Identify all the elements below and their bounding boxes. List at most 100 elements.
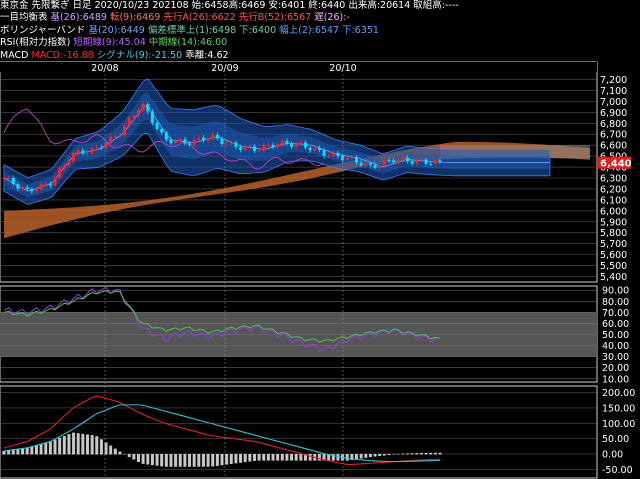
macd-histogram-bar (364, 453, 368, 458)
candle-body (155, 122, 159, 129)
macd-histogram-bar (276, 453, 280, 461)
candle-body (229, 142, 233, 144)
candle-body (364, 163, 368, 166)
macd-histogram-bar (239, 453, 243, 463)
price-tick-label: 7,100 (600, 86, 627, 97)
macd-histogram-bar (215, 453, 219, 466)
bb-upper2: 幅上(2):6547 (279, 24, 339, 36)
header-line-2: 一目均衡表 基(26):6489 転(9):6469 先行A(26):6622 … (0, 12, 640, 24)
date-label: 2020/10/23 (94, 0, 150, 11)
symbol-label: 東京金 先限繋ぎ 日足 (0, 0, 92, 11)
candle-body (220, 138, 224, 145)
macd-histogram-bar (206, 453, 210, 467)
date-label: 20/10 (329, 63, 356, 74)
macd-histogram-bar (299, 453, 303, 461)
candle-body (308, 147, 312, 151)
ichimoku-label: 一目均衡表 (0, 12, 48, 24)
candle-body (424, 159, 428, 164)
price-tick-label: 5,600 (600, 250, 627, 261)
high-value: 高:6469 (228, 0, 266, 11)
macd-histogram-bar (355, 453, 359, 460)
candle-body (141, 104, 145, 111)
candle-body (99, 147, 103, 149)
price-tick-label: 7,200 (600, 75, 627, 86)
rsi-tick-label: 30.00 (602, 352, 629, 363)
rsi-tick-label: 70.00 (602, 308, 629, 319)
macd-histogram-bar (123, 453, 127, 455)
candle-body (197, 137, 201, 140)
candle-body (113, 136, 117, 138)
candle-body (341, 156, 345, 160)
ichimoku-lag: 遅(26):- (314, 12, 350, 24)
candle-body (81, 150, 85, 154)
candle-body (290, 143, 294, 147)
price-tick-label: 6,900 (600, 108, 627, 119)
macd-histogram-bar (401, 453, 405, 455)
macd-histogram-bar (368, 453, 372, 458)
candle-body (382, 160, 386, 166)
contract-code: 202108 (152, 0, 189, 11)
bb-upper1: 偏差標準上(1):6498 (147, 24, 237, 36)
macd-histogram-bar (150, 453, 154, 466)
candle-body (72, 152, 76, 162)
macd-histogram-bar (280, 453, 284, 461)
macd-histogram-bar (53, 439, 57, 455)
candle-body (178, 139, 182, 142)
macd-histogram-bar (406, 453, 410, 455)
bb-lower2: 下:6351 (342, 24, 379, 36)
macd-histogram-bar (132, 453, 136, 460)
candle-body (317, 147, 321, 151)
candle-body (48, 183, 52, 186)
candle-body (327, 155, 331, 157)
macd-tick-label: 100.00 (602, 419, 635, 430)
macd-histogram-bar (25, 447, 29, 455)
macd-histogram-bar (392, 453, 396, 455)
price-tick-label: 5,800 (600, 228, 627, 239)
price-tick-label: 6,100 (600, 195, 627, 206)
ichimoku-base: 基(26):6489 (50, 12, 107, 24)
rsi-tick-label: 90.00 (602, 286, 629, 297)
candle-body (215, 134, 219, 139)
candle-body (2, 178, 6, 179)
candle-body (25, 187, 29, 189)
candle-body (201, 137, 205, 141)
rsi-tick-label: 60.00 (602, 319, 629, 330)
macd-histogram-bar (58, 437, 62, 455)
rsi-long: 中期線(14):46.00 (148, 37, 228, 49)
candle-body (248, 146, 252, 148)
candle-body (410, 161, 414, 164)
candle-body (192, 139, 196, 145)
price-tick-label: 6,200 (600, 184, 627, 195)
macd-histogram-bar (410, 453, 414, 455)
candle-body (183, 139, 187, 144)
macd-histogram-bar (201, 453, 205, 467)
candle-body (160, 128, 164, 133)
candle-body (378, 165, 382, 168)
candle-body (429, 163, 433, 165)
candle-body (285, 140, 289, 144)
candle-body (85, 153, 89, 155)
candle-body (350, 157, 354, 159)
open-value: 始:6458 (191, 0, 229, 11)
candle-body (206, 138, 210, 141)
macd-histogram-bar (21, 448, 25, 455)
candle-body (373, 164, 377, 168)
macd-histogram-bar (308, 453, 312, 461)
macd-histogram-bar (90, 435, 94, 455)
candle-body (21, 187, 25, 189)
macd-histogram-bar (382, 453, 386, 456)
macd-histogram-bar (243, 453, 247, 463)
candle-body (53, 177, 57, 186)
candle-body (331, 152, 335, 156)
macd-histogram-bar (99, 439, 103, 455)
macd-histogram-bar (2, 450, 6, 455)
candle-body (336, 152, 340, 157)
candle-body (7, 177, 11, 179)
macd-histogram-bar (118, 451, 122, 455)
macd-histogram-bar (76, 433, 80, 455)
macd-histogram-bar (433, 452, 437, 455)
macd-histogram-bar (11, 449, 15, 455)
macd-histogram-bar (72, 432, 76, 455)
macd-histogram-bar (178, 453, 182, 467)
candle-body (34, 189, 38, 192)
